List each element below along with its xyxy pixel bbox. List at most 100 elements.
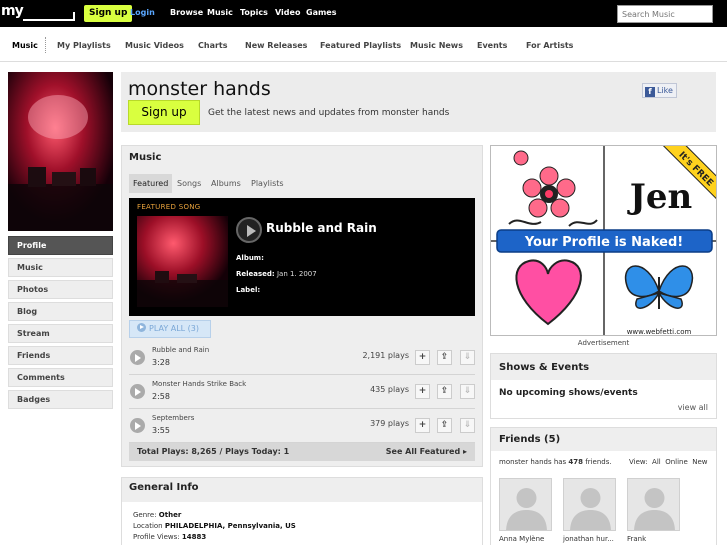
featured-released: Released: Jan 1. 2007 bbox=[236, 270, 317, 278]
leftnav-blog[interactable]: Blog bbox=[8, 302, 113, 321]
topnav-video[interactable]: Video bbox=[275, 8, 300, 17]
subnav-music[interactable]: Music bbox=[12, 41, 38, 50]
song-play-button[interactable] bbox=[130, 384, 145, 399]
friends-view-filter: View: All Online New bbox=[629, 458, 708, 466]
play-all-button[interactable]: PLAY ALL (3) bbox=[129, 320, 211, 338]
song-row: Rubble and Rain 3:28 2,191 plays + ⇪ ⇓ bbox=[129, 341, 475, 375]
avatar[interactable] bbox=[627, 478, 680, 531]
subnav-featured-playlists[interactable]: Featured Playlists bbox=[320, 41, 401, 50]
search-input[interactable] bbox=[617, 5, 713, 23]
leftnav-profile[interactable]: Profile bbox=[8, 236, 113, 255]
location-row: Location PHILADELPHIA, Pennsylvania, US bbox=[133, 522, 296, 530]
friend-name[interactable]: Anna Mylène bbox=[499, 535, 552, 543]
myspace-logo[interactable]: my bbox=[1, 3, 77, 23]
subnav-music-news[interactable]: Music News bbox=[410, 41, 463, 50]
friends-view-all[interactable]: All bbox=[652, 458, 661, 466]
topnav-browse[interactable]: Browse bbox=[170, 8, 203, 17]
share-song-button[interactable]: ⇪ bbox=[437, 384, 452, 399]
ad-url-text: www.webfetti.com bbox=[627, 328, 692, 336]
song-title[interactable]: Septembers bbox=[152, 414, 194, 422]
ad-name-text: Jen bbox=[627, 177, 692, 217]
advertisement-banner[interactable]: Jen It's FREE Your Profile is Naked! www… bbox=[490, 145, 717, 336]
tab-songs[interactable]: Songs bbox=[173, 174, 205, 193]
advertisement-caption: Advertisement bbox=[577, 339, 630, 347]
leftnav-music[interactable]: Music bbox=[8, 258, 113, 277]
ad-banner-text: Your Profile is Naked! bbox=[524, 235, 683, 250]
topnav-topics[interactable]: Topics bbox=[240, 8, 268, 17]
subnav-charts[interactable]: Charts bbox=[198, 41, 228, 50]
profile-header: monster hands Sign up Get the latest new… bbox=[121, 72, 716, 132]
tab-playlists[interactable]: Playlists bbox=[247, 174, 288, 193]
friend-card[interactable]: Anna Mylène bbox=[499, 478, 552, 543]
download-song-button[interactable]: ⇓ bbox=[460, 350, 475, 365]
add-song-button[interactable]: + bbox=[415, 350, 430, 365]
friends-view-online[interactable]: Online bbox=[665, 458, 688, 466]
top-bar: my Sign up Login Browse Music Topics Vid… bbox=[0, 0, 727, 27]
song-play-button[interactable] bbox=[130, 418, 145, 433]
subnav-my-playlists[interactable]: My Playlists bbox=[57, 41, 111, 50]
profile-photo[interactable] bbox=[8, 72, 113, 231]
song-play-button[interactable] bbox=[130, 350, 145, 365]
subnav-for-artists[interactable]: For Artists bbox=[526, 41, 573, 50]
song-title[interactable]: Rubble and Rain bbox=[152, 346, 209, 354]
download-song-button[interactable]: ⇓ bbox=[460, 384, 475, 399]
leftnav-stream[interactable]: Stream bbox=[8, 324, 113, 343]
general-info-title: General Info bbox=[129, 482, 199, 493]
download-song-button[interactable]: ⇓ bbox=[460, 418, 475, 433]
shows-events-title: Shows & Events bbox=[499, 362, 590, 373]
avatar[interactable] bbox=[499, 478, 552, 531]
subnav-music-videos[interactable]: Music Videos bbox=[125, 41, 184, 50]
see-all-featured-link[interactable]: See All Featured ▸ bbox=[386, 447, 467, 456]
facebook-like-button[interactable]: f Like bbox=[642, 83, 677, 98]
friends-view-label: View: bbox=[629, 458, 648, 466]
no-shows-message: No upcoming shows/events bbox=[499, 388, 638, 398]
total-plays: Total Plays: 8,265 / Plays Today: 1 bbox=[137, 447, 290, 456]
featured-album: Album: bbox=[236, 254, 264, 262]
like-label: Like bbox=[657, 86, 673, 95]
shows-events-body: No upcoming shows/events view all bbox=[491, 380, 716, 418]
friends-view-new[interactable]: New bbox=[692, 458, 707, 466]
header-signup-button[interactable]: Sign up bbox=[128, 100, 200, 125]
topnav-games[interactable]: Games bbox=[306, 8, 337, 17]
tab-featured[interactable]: Featured bbox=[129, 174, 173, 193]
tab-albums[interactable]: Albums bbox=[207, 174, 245, 193]
subnav-events[interactable]: Events bbox=[477, 41, 507, 50]
friend-name[interactable]: Frank bbox=[627, 535, 680, 543]
friend-card[interactable]: jonathan hur... bbox=[563, 478, 616, 543]
leftnav-comments[interactable]: Comments bbox=[8, 368, 113, 387]
song-title[interactable]: Monster Hands Strike Back bbox=[152, 380, 246, 388]
topnav-music[interactable]: Music bbox=[207, 8, 233, 17]
featured-record-label: Label: bbox=[236, 286, 261, 294]
leftnav-photos[interactable]: Photos bbox=[8, 280, 113, 299]
genre-row: Genre: Other bbox=[133, 511, 182, 519]
featured-album-art[interactable] bbox=[137, 216, 228, 307]
play-all-icon bbox=[137, 323, 146, 332]
featured-song-title[interactable]: Rubble and Rain bbox=[266, 221, 377, 235]
add-song-button[interactable]: + bbox=[415, 384, 430, 399]
avatar[interactable] bbox=[563, 478, 616, 531]
play-all-label: PLAY ALL (3) bbox=[149, 324, 200, 333]
friend-card[interactable]: Frank bbox=[627, 478, 680, 543]
default-avatar-icon bbox=[634, 488, 675, 530]
share-song-button[interactable]: ⇪ bbox=[437, 418, 452, 433]
profile-views-row: Profile Views: 14883 bbox=[133, 533, 207, 541]
featured-play-button[interactable] bbox=[236, 217, 262, 243]
add-song-button[interactable]: + bbox=[415, 418, 430, 433]
leftnav-badges[interactable]: Badges bbox=[8, 390, 113, 409]
subnav-new-releases[interactable]: New Releases bbox=[245, 41, 307, 50]
featured-song-label: FEATURED SONG bbox=[137, 203, 201, 211]
ad-image: Jen It's FREE Your Profile is Naked! www… bbox=[491, 146, 716, 336]
view-all-shows-link[interactable]: view all bbox=[678, 403, 708, 412]
top-login-link[interactable]: Login bbox=[130, 8, 155, 17]
friend-name[interactable]: jonathan hur... bbox=[563, 535, 616, 543]
friends-body: monster hands has 478 friends. View: All… bbox=[491, 451, 716, 545]
share-song-button[interactable]: ⇪ bbox=[437, 350, 452, 365]
artist-name: monster hands bbox=[128, 78, 271, 100]
friends-count: monster hands has 478 friends. bbox=[499, 458, 612, 466]
song-duration: 2:58 bbox=[152, 392, 170, 401]
song-plays: 435 plays bbox=[370, 385, 409, 394]
leftnav-friends[interactable]: Friends bbox=[8, 346, 113, 365]
music-panel: Music Featured Songs Albums Playlists FE… bbox=[121, 145, 483, 467]
music-subnav: Music My Playlists Music Videos Charts N… bbox=[0, 27, 727, 62]
top-signup-button[interactable]: Sign up bbox=[84, 5, 133, 22]
